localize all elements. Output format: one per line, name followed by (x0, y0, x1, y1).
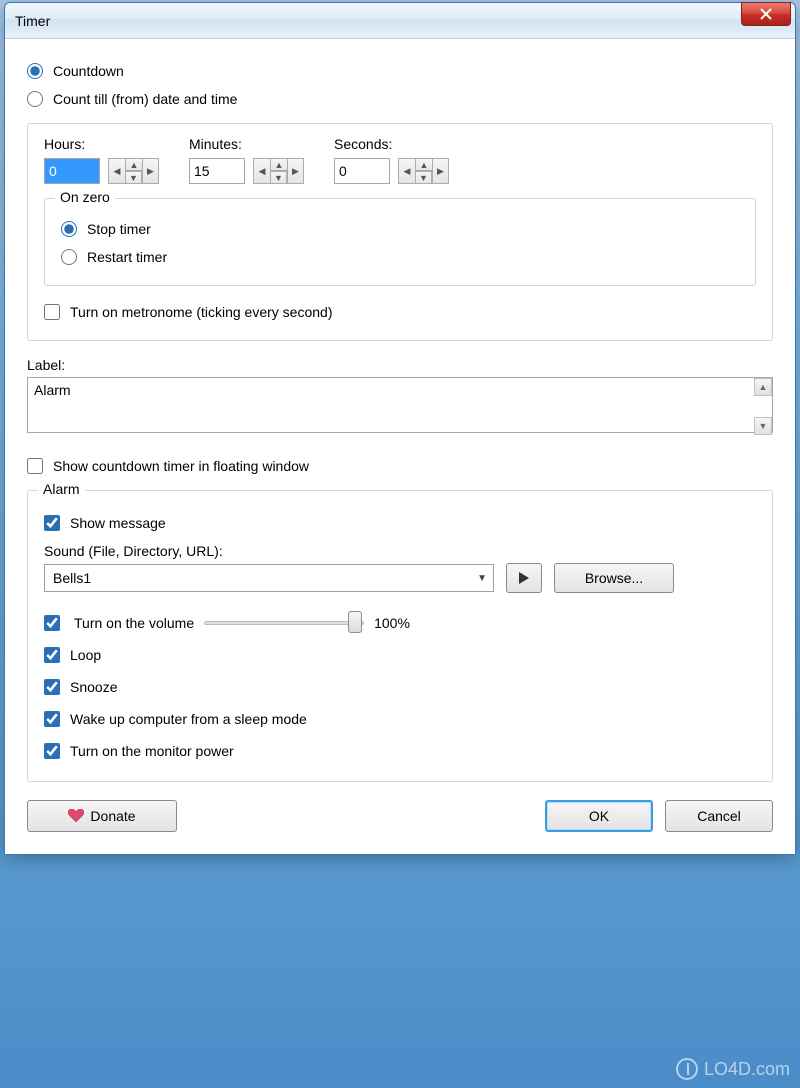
dialog-footer: Donate OK Cancel (27, 800, 773, 832)
minutes-input[interactable] (189, 158, 245, 184)
seconds-right-button[interactable]: ▶ (432, 158, 449, 184)
count-till-radio-input[interactable] (27, 91, 43, 107)
stop-timer-label: Stop timer (87, 221, 151, 237)
seconds-label: Seconds: (334, 136, 449, 152)
time-group: Hours: ◀ ▲ ▼ ▶ Minute (27, 123, 773, 341)
hours-column: Hours: ◀ ▲ ▼ ▶ (44, 136, 159, 184)
floating-window-checkbox-input[interactable] (27, 458, 43, 474)
show-message-checkbox-input[interactable] (44, 515, 60, 531)
snooze-checkbox-input[interactable] (44, 679, 60, 695)
monitor-power-checkbox-input[interactable] (44, 743, 60, 759)
volume-slider[interactable] (204, 613, 364, 633)
seconds-spinner: ◀ ▲ ▼ ▶ (398, 158, 449, 184)
timer-dialog: Timer Countdown Count till (from) date a… (4, 2, 796, 855)
close-button[interactable] (741, 2, 791, 26)
close-icon (760, 8, 772, 20)
sound-dropdown[interactable]: Bells1 ▼ (44, 564, 494, 592)
seconds-up-button[interactable]: ▲ (415, 158, 432, 171)
minutes-right-button[interactable]: ▶ (287, 158, 304, 184)
label-scroll-up[interactable]: ▲ (754, 378, 772, 396)
titlebar[interactable]: Timer (5, 3, 795, 39)
slider-track (204, 621, 364, 625)
alarm-legend: Alarm (38, 481, 85, 497)
seconds-down-button[interactable]: ▼ (415, 171, 432, 184)
stop-timer-radio-input[interactable] (61, 221, 77, 237)
ok-button[interactable]: OK (545, 800, 653, 832)
seconds-input[interactable] (334, 158, 390, 184)
show-message-label: Show message (70, 515, 166, 531)
hours-left-button[interactable]: ◀ (108, 158, 125, 184)
volume-row: Turn on the volume 100% (44, 607, 756, 639)
wake-computer-label: Wake up computer from a sleep mode (70, 711, 307, 727)
loop-label: Loop (70, 647, 101, 663)
restart-timer-radio-input[interactable] (61, 249, 77, 265)
volume-percent: 100% (374, 615, 410, 631)
label-caption: Label: (27, 357, 773, 373)
wake-computer-checkbox-input[interactable] (44, 711, 60, 727)
donate-button[interactable]: Donate (27, 800, 177, 832)
restart-timer-radio[interactable]: Restart timer (61, 243, 739, 271)
sound-value: Bells1 (53, 570, 91, 586)
minutes-column: Minutes: ◀ ▲ ▼ ▶ (189, 136, 304, 184)
countdown-radio-input[interactable] (27, 63, 43, 79)
minutes-label: Minutes: (189, 136, 304, 152)
watermark: LO4D.com (676, 1058, 790, 1080)
count-till-radio-label: Count till (from) date and time (53, 91, 237, 107)
play-icon (518, 571, 530, 585)
sound-caption: Sound (File, Directory, URL): (44, 543, 756, 559)
show-message-checkbox[interactable]: Show message (44, 507, 756, 539)
restart-timer-label: Restart timer (87, 249, 167, 265)
floating-window-checkbox[interactable]: Show countdown timer in floating window (27, 452, 773, 480)
snooze-label: Snooze (70, 679, 117, 695)
on-zero-legend: On zero (55, 189, 115, 205)
snooze-checkbox[interactable]: Snooze (44, 671, 756, 703)
monitor-power-checkbox[interactable]: Turn on the monitor power (44, 735, 756, 767)
hours-input[interactable] (44, 158, 100, 184)
monitor-power-label: Turn on the monitor power (70, 743, 234, 759)
minutes-down-button[interactable]: ▼ (270, 171, 287, 184)
label-section: Label: ▲ ▼ (27, 357, 773, 436)
wake-computer-checkbox[interactable]: Wake up computer from a sleep mode (44, 703, 756, 735)
browse-button[interactable]: Browse... (554, 563, 674, 593)
watermark-icon (676, 1058, 698, 1080)
donate-label: Donate (90, 808, 135, 824)
label-scroll-down[interactable]: ▼ (754, 417, 772, 435)
floating-window-label: Show countdown timer in floating window (53, 458, 309, 474)
watermark-text: LO4D.com (704, 1059, 790, 1080)
minutes-spinner: ◀ ▲ ▼ ▶ (253, 158, 304, 184)
heart-icon (68, 809, 84, 823)
alarm-group: Alarm Show message Sound (File, Director… (27, 490, 773, 782)
play-sound-button[interactable] (506, 563, 542, 593)
loop-checkbox-input[interactable] (44, 647, 60, 663)
seconds-left-button[interactable]: ◀ (398, 158, 415, 184)
label-textarea[interactable] (27, 377, 773, 433)
hours-down-button[interactable]: ▼ (125, 171, 142, 184)
hours-up-button[interactable]: ▲ (125, 158, 142, 171)
window-title: Timer (5, 13, 50, 29)
dialog-body: Countdown Count till (from) date and tim… (5, 39, 795, 854)
stop-timer-radio[interactable]: Stop timer (61, 215, 739, 243)
chevron-down-icon: ▼ (477, 573, 487, 584)
volume-label: Turn on the volume (74, 615, 194, 631)
slider-thumb[interactable] (348, 611, 362, 633)
cancel-button[interactable]: Cancel (665, 800, 773, 832)
metronome-checkbox-input[interactable] (44, 304, 60, 320)
mode-count-till-radio[interactable]: Count till (from) date and time (27, 85, 773, 113)
mode-countdown-radio[interactable]: Countdown (27, 57, 773, 85)
volume-checkbox-input[interactable] (44, 615, 60, 631)
hours-spinner: ◀ ▲ ▼ ▶ (108, 158, 159, 184)
on-zero-group: On zero Stop timer Restart timer (44, 198, 756, 286)
hours-label: Hours: (44, 136, 159, 152)
seconds-column: Seconds: ◀ ▲ ▼ ▶ (334, 136, 449, 184)
minutes-up-button[interactable]: ▲ (270, 158, 287, 171)
hours-right-button[interactable]: ▶ (142, 158, 159, 184)
minutes-left-button[interactable]: ◀ (253, 158, 270, 184)
metronome-label: Turn on metronome (ticking every second) (70, 304, 332, 320)
metronome-checkbox[interactable]: Turn on metronome (ticking every second) (44, 298, 756, 326)
countdown-radio-label: Countdown (53, 63, 124, 79)
loop-checkbox[interactable]: Loop (44, 639, 756, 671)
